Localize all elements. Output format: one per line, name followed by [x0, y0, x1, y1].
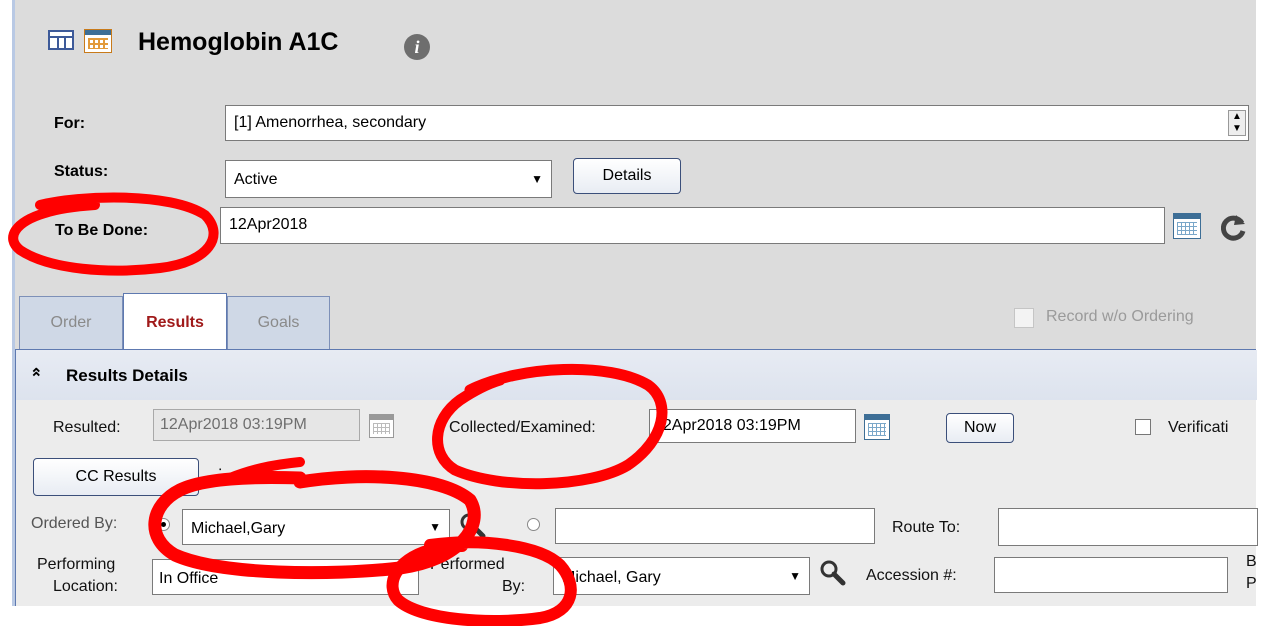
collapse-icon[interactable]: ⌃ ⌃ — [30, 365, 43, 401]
dropdown-arrow-icon: ▼ — [789, 569, 801, 583]
performing-location-label-line1: Performing — [37, 556, 116, 573]
calendar-icon[interactable] — [864, 414, 890, 440]
record-without-ordering-checkbox[interactable] — [1014, 308, 1034, 328]
ordered-by-other-input[interactable] — [555, 508, 875, 544]
to-be-done-value: 12Apr2018 — [229, 216, 308, 233]
status-select[interactable]: Active ▼ — [225, 160, 552, 198]
accession-label: Accession #: — [866, 567, 957, 584]
cc-colon-label: : — [218, 464, 223, 481]
verification-checkbox[interactable] — [1135, 419, 1151, 435]
search-icon[interactable] — [818, 558, 846, 586]
select-arrow-icon: ▲ ▼ — [1228, 110, 1246, 136]
now-button[interactable]: Now — [946, 413, 1014, 443]
performed-by-label-line2: By: — [502, 578, 526, 595]
cc-results-button[interactable]: CC Results — [33, 458, 199, 496]
info-icon[interactable]: i — [404, 34, 430, 60]
performed-by-label-line1: Performed — [430, 556, 505, 573]
performing-location-label-line2: Location: — [53, 578, 118, 595]
dropdown-arrow-icon: ▼ — [429, 520, 441, 534]
details-button[interactable]: Details — [573, 158, 681, 194]
resulted-label: Resulted: — [53, 419, 121, 436]
verification-label: Verificati — [1168, 419, 1229, 436]
refresh-icon[interactable] — [1218, 212, 1248, 242]
results-section-title: Results Details — [66, 366, 188, 385]
tab-goals[interactable]: Goals — [227, 296, 330, 349]
for-select[interactable]: [1] Amenorrhea, secondary ▲ ▼ — [225, 105, 1249, 141]
to-be-done-input[interactable]: 12Apr2018 — [220, 207, 1165, 244]
route-to-input[interactable] — [998, 508, 1258, 546]
resulted-input: 12Apr2018 03:19PM — [153, 409, 360, 441]
tab-order[interactable]: Order — [19, 296, 123, 349]
truncated-label-line1: B — [1246, 553, 1257, 570]
calendar-icon[interactable] — [1173, 213, 1201, 239]
status-select-value: Active — [234, 171, 278, 188]
resulted-value: 12Apr2018 03:19PM — [160, 416, 307, 433]
performing-location-value: In Office — [159, 570, 219, 587]
collected-examined-input[interactable]: 12Apr2018 03:19PM — [649, 409, 856, 443]
page-title: Hemoglobin A1C — [138, 28, 339, 56]
search-icon[interactable] — [458, 511, 486, 539]
ordered-by-select[interactable]: Michael,Gary ▼ — [182, 509, 450, 545]
grid-view-icon[interactable] — [48, 30, 74, 50]
route-to-label: Route To: — [892, 519, 961, 536]
accession-input[interactable] — [994, 557, 1228, 593]
collected-examined-value: 12Apr2018 03:19PM — [654, 417, 801, 434]
route-radio[interactable] — [527, 518, 540, 531]
results-header-bar — [16, 350, 1257, 400]
record-without-ordering-label: Record w/o Ordering — [1046, 308, 1194, 325]
calendar-icon-disabled — [369, 414, 394, 438]
status-label: Status: — [54, 163, 109, 180]
performed-by-select[interactable]: Michael, Gary ▼ — [553, 557, 810, 595]
truncated-label-line2: P — [1246, 575, 1257, 592]
performed-by-value: Michael, Gary — [562, 569, 661, 586]
calendar-view-icon[interactable] — [84, 29, 112, 53]
ordered-by-label: Ordered By: — [31, 515, 118, 532]
performing-location-input[interactable]: In Office — [152, 559, 419, 595]
dropdown-arrow-icon: ▼ — [531, 172, 543, 186]
ordered-by-value: Michael,Gary — [191, 520, 286, 537]
to-be-done-label: To Be Done: — [55, 222, 149, 239]
tab-results[interactable]: Results — [123, 293, 227, 351]
ordered-by-radio[interactable] — [157, 518, 170, 531]
collected-examined-label: Collected/Examined: — [449, 419, 596, 436]
for-label: For: — [54, 115, 86, 132]
for-select-value: [1] Amenorrhea, secondary — [234, 114, 427, 131]
